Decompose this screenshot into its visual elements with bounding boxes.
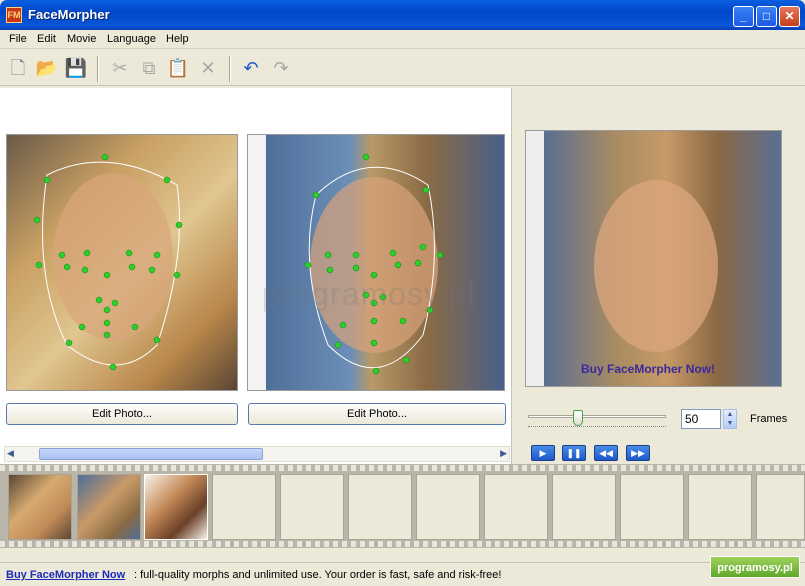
- minimize-button[interactable]: _: [733, 6, 754, 27]
- source-photo-2[interactable]: [247, 134, 505, 391]
- menu-file[interactable]: File: [9, 33, 27, 45]
- face-landmarks-1[interactable]: [7, 135, 238, 391]
- scroll-thumb[interactable]: [39, 448, 263, 460]
- morph-preview: Buy FaceMorpher Now!: [525, 130, 782, 387]
- morph-face: [594, 180, 718, 352]
- filmstrip: [0, 464, 805, 548]
- preview-pane: Buy FaceMorpher Now!: [514, 88, 805, 464]
- frames-input[interactable]: 50: [681, 409, 721, 429]
- frames-label: Frames: [750, 413, 788, 425]
- buy-link[interactable]: Buy FaceMorpher Now: [6, 569, 125, 581]
- status-message: : full-quality morphs and unlimited use.…: [134, 569, 502, 581]
- filmstrip-empty-slot[interactable]: [348, 474, 412, 540]
- scroll-left-icon[interactable]: ◀: [7, 448, 19, 460]
- filmstrip-empty-slot[interactable]: [212, 474, 276, 540]
- status-bar: Buy FaceMorpher Now : full-quality morph…: [0, 562, 805, 586]
- close-button[interactable]: ✕: [779, 6, 800, 27]
- edit-photo-2-button[interactable]: Edit Photo...: [248, 403, 506, 425]
- filmstrip-empty-slot[interactable]: [416, 474, 480, 540]
- toolbar-separator: [97, 56, 99, 82]
- filmstrip-empty-slot[interactable]: [552, 474, 616, 540]
- toolbar-separator: [229, 56, 231, 82]
- redo-icon[interactable]: ↷: [269, 56, 293, 80]
- menu-movie[interactable]: Movie: [67, 33, 96, 45]
- edit-photo-1-button[interactable]: Edit Photo...: [6, 403, 238, 425]
- filmstrip-empty-slot[interactable]: [620, 474, 684, 540]
- buy-overlay-text: Buy FaceMorpher Now!: [581, 362, 716, 376]
- source-photo-1[interactable]: [6, 134, 238, 391]
- play-icon[interactable]: ▶: [531, 445, 555, 461]
- open-icon[interactable]: 📂: [35, 56, 59, 80]
- menu-help[interactable]: Help: [166, 33, 189, 45]
- toolbar: 🗋 📂 💾 ✂ ⧉ 📋 ✕ ↶ ↷: [0, 50, 805, 86]
- window-title: FaceMorpher: [28, 7, 110, 22]
- rewind-icon[interactable]: ◀◀: [594, 445, 618, 461]
- forward-icon[interactable]: ▶▶: [626, 445, 650, 461]
- watermark: programosy.pl: [262, 276, 476, 312]
- title-bar: FM FaceMorpher _ □ ✕: [0, 0, 805, 30]
- menu-language[interactable]: Language: [107, 33, 156, 45]
- filmstrip-empty-slot[interactable]: [688, 474, 752, 540]
- filmstrip-empty-slot[interactable]: [756, 474, 805, 540]
- menu-edit[interactable]: Edit: [37, 33, 56, 45]
- site-badge: programosy.pl: [710, 556, 800, 578]
- paste-icon[interactable]: 📋: [166, 56, 190, 80]
- copy-icon[interactable]: ⧉: [137, 56, 161, 80]
- pause-icon[interactable]: ❚❚: [562, 445, 586, 461]
- filmstrip-photo-1[interactable]: [8, 474, 72, 540]
- horizontal-scrollbar[interactable]: ◀ ▶: [4, 446, 510, 462]
- scroll-right-icon[interactable]: ▶: [495, 448, 507, 460]
- filmstrip-photo-2[interactable]: [77, 474, 141, 540]
- menu-bar: File Edit Movie Language Help: [0, 30, 805, 49]
- filmstrip-empty-slot[interactable]: [484, 474, 548, 540]
- cut-icon[interactable]: ✂: [108, 56, 132, 80]
- face-landmarks-2[interactable]: [248, 135, 505, 391]
- frames-slider[interactable]: [528, 410, 666, 432]
- frames-spinner[interactable]: ▲ ▼: [723, 409, 737, 429]
- delete-icon[interactable]: ✕: [196, 56, 220, 80]
- filmstrip-photo-3[interactable]: [144, 474, 208, 540]
- maximize-button[interactable]: □: [756, 6, 777, 27]
- app-icon: FM: [6, 7, 22, 23]
- undo-icon[interactable]: ↶: [239, 56, 263, 80]
- save-icon[interactable]: 💾: [64, 56, 88, 80]
- filmstrip-empty-slot[interactable]: [280, 474, 344, 540]
- slider-thumb[interactable]: [573, 410, 583, 426]
- new-icon[interactable]: 🗋: [6, 56, 30, 80]
